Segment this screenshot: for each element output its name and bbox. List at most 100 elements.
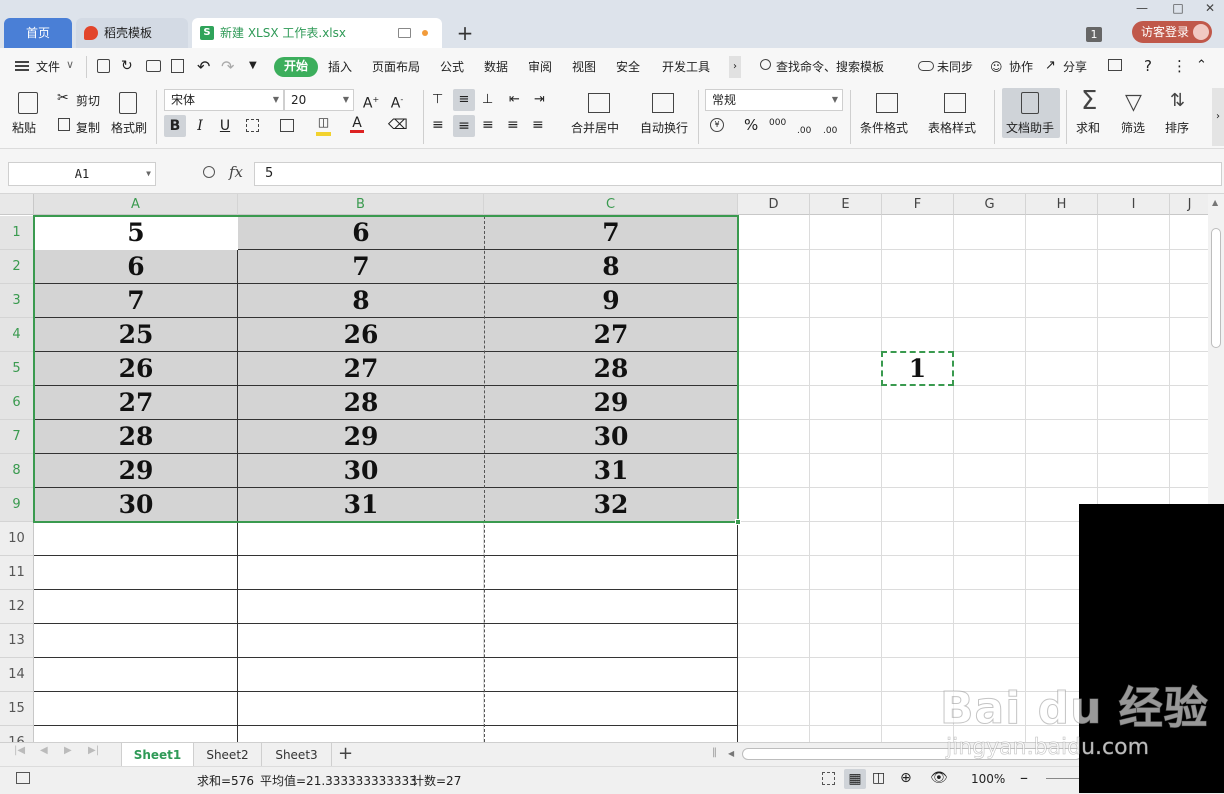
share-button[interactable]: 分享	[1063, 58, 1087, 76]
zoom-level-select[interactable]: 100%	[971, 772, 1005, 786]
conditional-format-button[interactable]: 条件格式	[860, 120, 908, 136]
row-header-3[interactable]: 3	[0, 284, 34, 318]
align-center-icon[interactable]: ≡	[453, 115, 475, 137]
row-header-12[interactable]: 12	[0, 590, 34, 624]
row-header-2[interactable]: 2	[0, 250, 34, 284]
menu-file[interactable]: 文件	[36, 58, 60, 76]
undo-icon[interactable]: ↶	[197, 57, 210, 76]
menu-security[interactable]: 安全	[616, 58, 640, 76]
tab-xlsx-document[interactable]: S 新建 XLSX 工作表.xlsx	[192, 18, 442, 48]
page-layout-view-icon[interactable]: ⊕	[900, 770, 912, 786]
align-right-icon[interactable]: ≡	[482, 117, 494, 133]
save-icon[interactable]	[97, 59, 110, 73]
tab-window-icon[interactable]	[398, 28, 411, 38]
print-preview-icon[interactable]	[171, 59, 184, 73]
font-color-icon[interactable]: A	[350, 116, 364, 133]
row-header-4[interactable]: 4	[0, 318, 34, 352]
fill-handle[interactable]	[735, 519, 741, 525]
zoom-out-button[interactable]: –	[1020, 768, 1028, 787]
row-header-5[interactable]: 5	[0, 352, 34, 386]
column-header-a[interactable]: A	[34, 194, 238, 215]
auto-wrap-icon[interactable]	[652, 93, 674, 113]
menu-page-layout[interactable]: 页面布局	[372, 58, 420, 76]
clear-format-icon[interactable]: ⌫	[388, 117, 408, 133]
underline-button[interactable]: U	[214, 115, 236, 137]
thousands-separator-button[interactable]: 000	[769, 115, 786, 131]
currency-icon[interactable]: ¥	[710, 118, 724, 132]
redo-icon[interactable]: ↷	[221, 57, 234, 76]
font-name-select[interactable]: 宋体 ▼	[164, 89, 284, 111]
row-header-6[interactable]: 6	[0, 386, 34, 420]
help-button[interactable]: ?	[1144, 57, 1152, 75]
sync-status-button[interactable]: 未同步	[937, 58, 973, 76]
borders-icon[interactable]	[246, 119, 259, 132]
vertical-scroll-thumb[interactable]	[1211, 228, 1221, 348]
menu-developer[interactable]: 开发工具	[662, 58, 710, 76]
align-bottom-icon[interactable]: ⊥	[482, 92, 493, 107]
row-header-9[interactable]: 9	[0, 488, 34, 522]
sheet-next-icon[interactable]: ▶	[64, 745, 72, 756]
fill-style-icon[interactable]	[280, 119, 294, 132]
sheet-tab-3[interactable]: Sheet3	[262, 743, 332, 767]
collab-button[interactable]: 协作	[1009, 58, 1033, 76]
menu-more-chevron-icon[interactable]: ›	[729, 56, 741, 78]
justify-icon[interactable]: ≡	[507, 117, 519, 133]
merge-center-button[interactable]: 合并居中	[571, 120, 619, 136]
tab-home[interactable]: 首页	[4, 18, 72, 48]
insert-function-button[interactable]: fx	[229, 163, 243, 181]
percent-button[interactable]: %	[744, 117, 758, 133]
copy-button[interactable]: 复制	[76, 120, 100, 136]
guest-login-button[interactable]: 访客登录	[1132, 21, 1212, 43]
sheet-prev-icon[interactable]: ◀	[40, 745, 48, 756]
window-count-badge[interactable]: 1	[1086, 27, 1102, 42]
column-header-i[interactable]: I	[1098, 194, 1170, 215]
command-search-input[interactable]: 查找命令、搜索模板	[776, 58, 884, 76]
sheet-tab-2[interactable]: Sheet2	[194, 743, 262, 767]
close-button[interactable]: ✕	[1200, 0, 1220, 16]
decrease-decimal-button[interactable]: .00	[823, 123, 837, 139]
merge-center-icon[interactable]	[588, 93, 610, 113]
sheet-splitter-icon[interactable]: ‖	[712, 747, 717, 758]
row-header-10[interactable]: 10	[0, 522, 34, 556]
sum-icon[interactable]: Σ	[1081, 86, 1097, 116]
decrease-indent-icon[interactable]: ⇤	[509, 92, 520, 107]
column-header-f[interactable]: F	[882, 194, 954, 215]
sheet-last-icon[interactable]: ▶|	[88, 745, 99, 756]
conditional-format-icon[interactable]	[876, 93, 898, 113]
export-icon[interactable]: ↻	[121, 59, 133, 73]
table-style-button[interactable]: 表格样式	[928, 120, 976, 136]
row-header-15[interactable]: 15	[0, 692, 34, 726]
filter-button[interactable]: 筛选	[1121, 120, 1145, 136]
sum-button[interactable]: 求和	[1076, 120, 1100, 136]
row-header-8[interactable]: 8	[0, 454, 34, 488]
select-all-corner[interactable]	[0, 194, 34, 215]
number-format-select[interactable]: 常规 ▼	[705, 89, 843, 111]
maximize-button[interactable]: □	[1168, 0, 1188, 16]
hamburger-menu-icon[interactable]	[15, 61, 29, 71]
auto-wrap-button[interactable]: 自动换行	[640, 120, 688, 136]
row-header-14[interactable]: 14	[0, 658, 34, 692]
menu-view[interactable]: 视图	[572, 58, 596, 76]
table-style-icon[interactable]	[944, 93, 966, 113]
column-header-h[interactable]: H	[1026, 194, 1098, 215]
format-painter-icon[interactable]	[119, 92, 137, 114]
collapse-ribbon-icon[interactable]: ⌃	[1196, 58, 1207, 73]
normal-view-icon[interactable]: ▦	[844, 769, 866, 789]
doc-assistant-button[interactable]: 文档助手	[1006, 120, 1054, 136]
menu-review[interactable]: 审阅	[528, 58, 552, 76]
column-header-d[interactable]: D	[738, 194, 810, 215]
ribbon-scroll-right-icon[interactable]: ›	[1212, 88, 1224, 146]
increase-decimal-button[interactable]: .00	[797, 123, 811, 139]
column-header-e[interactable]: E	[810, 194, 882, 215]
column-header-c[interactable]: C	[484, 194, 738, 215]
row-header-1[interactable]: 1	[0, 216, 34, 250]
zoom-lookup-icon[interactable]	[203, 166, 215, 178]
fill-color-icon[interactable]: ◫	[316, 116, 331, 136]
print-icon[interactable]	[146, 60, 161, 72]
align-top-icon[interactable]: ⊤	[432, 92, 443, 107]
distributed-align-icon[interactable]: ≡	[532, 117, 544, 133]
layout-switch-icon[interactable]	[1108, 59, 1122, 71]
align-middle-icon[interactable]: ≡	[453, 89, 475, 111]
macro-record-icon[interactable]	[16, 772, 30, 784]
decrease-font-size-button[interactable]: A-	[386, 89, 408, 112]
